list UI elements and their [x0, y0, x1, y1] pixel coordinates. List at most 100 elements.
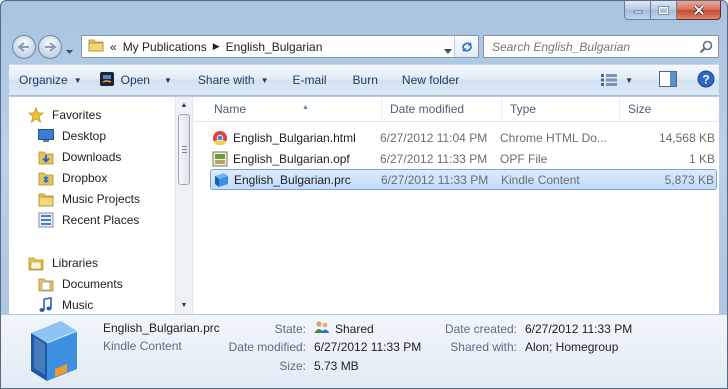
nav-item-documents[interactable]: Documents: [37, 274, 123, 294]
nav-pane-scrollbar[interactable]: ▲ ▼: [175, 97, 192, 314]
address-bar[interactable]: « My Publications ▶ English_Bulgarian: [81, 35, 479, 58]
chevron-down-icon: [66, 50, 73, 54]
desktop-icon: [37, 129, 55, 143]
documents-icon: [37, 276, 55, 292]
close-button[interactable]: [677, 1, 721, 20]
refresh-icon: [461, 41, 472, 52]
nav-item-music-projects[interactable]: Music Projects: [37, 189, 140, 209]
breadcrumb-overflow[interactable]: «: [110, 40, 117, 54]
email-label: E-mail: [292, 73, 327, 87]
breadcrumb-english-bulgarian[interactable]: English_Bulgarian: [226, 40, 323, 54]
nav-item-recent-places[interactable]: Recent Places: [37, 210, 139, 230]
scrollbar-thumb[interactable]: [178, 114, 190, 185]
column-name-label: Name: [214, 102, 247, 116]
file-row[interactable]: English_Bulgarian.html 6/27/2012 11:04 P…: [210, 127, 717, 148]
scroll-down-icon[interactable]: ▼: [176, 297, 192, 314]
file-row[interactable]: English_Bulgarian.opf 6/27/2012 11:33 PM…: [210, 148, 717, 169]
file-type: Kindle Content: [501, 172, 580, 187]
view-controls: ▼ ?: [601, 65, 715, 95]
organize-button[interactable]: Organize ▼: [9, 65, 91, 95]
column-type-label: Type: [510, 102, 537, 116]
preview-pane-icon: [659, 70, 677, 87]
date-modified-label: Date modified:: [228, 340, 306, 354]
favorites-header[interactable]: Favorites: [27, 105, 101, 125]
window-controls: [624, 1, 721, 21]
breadcrumb: « My Publications ▶ English_Bulgarian: [110, 40, 322, 54]
change-view-button[interactable]: ▼: [601, 74, 633, 86]
details-file-name: English_Bulgarian.prc: [103, 321, 220, 335]
new-folder-button[interactable]: New folder: [393, 65, 468, 95]
nav-item-desktop[interactable]: Desktop: [37, 126, 106, 146]
email-button[interactable]: E-mail: [284, 65, 336, 95]
search-icon[interactable]: [694, 40, 718, 54]
libraries-icon: [27, 255, 45, 271]
downloads-folder-icon: [37, 149, 55, 165]
column-header-size[interactable]: Size: [620, 97, 710, 122]
back-button[interactable]: [12, 35, 36, 59]
open-label: Open: [120, 73, 150, 87]
file-name-cell: English_Bulgarian.html: [212, 130, 356, 146]
column-date-label: Date modified: [390, 102, 465, 116]
state-text: Shared: [335, 321, 374, 336]
file-size: 1 KB: [688, 151, 715, 166]
folder-icon: [37, 191, 55, 207]
state-label: State:: [274, 322, 306, 336]
forward-arrow-icon: [45, 42, 56, 52]
nav-item-music[interactable]: Music: [37, 295, 93, 315]
state-value: Shared: [314, 320, 374, 337]
forward-button[interactable]: [38, 35, 62, 59]
scroll-up-icon[interactable]: ▲: [176, 97, 192, 114]
size-label: Size:: [279, 359, 306, 373]
svg-text:?: ?: [702, 72, 709, 86]
file-row-selected[interactable]: English_Bulgarian.prc 6/27/2012 11:33 PM…: [210, 169, 717, 190]
help-icon: ?: [697, 70, 715, 87]
minimize-button[interactable]: [624, 1, 651, 20]
nav-item-downloads[interactable]: Downloads: [37, 147, 121, 167]
file-list: Name ▲ Date modified Type Size English_B…: [194, 97, 719, 314]
date-created-value: 6/27/2012 11:33 PM: [525, 322, 633, 336]
share-with-button[interactable]: Share with ▼: [189, 65, 278, 95]
maximize-icon: [658, 5, 669, 15]
maximize-button[interactable]: [651, 1, 677, 20]
minimize-icon: [633, 10, 642, 14]
file-name-cell: English_Bulgarian.opf: [212, 151, 350, 167]
star-icon: [27, 107, 45, 123]
close-icon: [693, 5, 704, 15]
burn-button[interactable]: Burn: [344, 65, 387, 95]
folder-icon: [88, 38, 104, 55]
file-type: OPF File: [500, 151, 548, 166]
file-size: 14,568 KB: [658, 130, 715, 145]
libraries-header[interactable]: Libraries: [27, 253, 98, 273]
column-header-name[interactable]: Name ▲: [206, 97, 382, 122]
dropbox-icon: [37, 170, 55, 186]
help-button[interactable]: ?: [697, 70, 715, 91]
chevron-down-icon: [444, 49, 452, 54]
column-size-label: Size: [628, 102, 652, 116]
chevron-down-icon: ▼: [260, 75, 269, 85]
nav-item-label: Documents: [62, 277, 123, 291]
refresh-button[interactable]: [454, 36, 478, 57]
nav-item-label: Recent Places: [62, 213, 140, 227]
breadcrumb-separator-icon[interactable]: ▶: [213, 41, 220, 52]
breadcrumb-my-publications[interactable]: My Publications: [123, 40, 207, 54]
shared-users-icon: [314, 320, 330, 337]
chevron-down-icon: ▼: [73, 75, 82, 85]
nav-item-label: Music Projects: [62, 192, 141, 206]
nav-item-label: Music: [62, 298, 94, 312]
column-header-type[interactable]: Type: [502, 97, 620, 122]
explorer-window: « My Publications ▶ English_Bulgarian Or…: [0, 0, 728, 389]
recent-pages-dropdown[interactable]: [66, 43, 73, 57]
date-modified-value: 6/27/2012 11:33 PM: [314, 340, 422, 354]
music-icon: [37, 297, 55, 313]
column-header-date-modified[interactable]: Date modified: [382, 97, 502, 122]
preview-pane-button[interactable]: [659, 70, 677, 90]
search-input[interactable]: [484, 39, 694, 54]
address-dropdown-button[interactable]: [444, 43, 452, 57]
chevron-down-icon[interactable]: ▼: [164, 76, 172, 85]
share-with-label: Share with: [197, 73, 255, 87]
search-box[interactable]: [483, 35, 719, 58]
size-value: 5.73 MB: [314, 359, 359, 373]
open-button[interactable]: Open ▼: [91, 65, 181, 95]
organize-label: Organize: [19, 73, 68, 87]
nav-item-dropbox[interactable]: Dropbox: [37, 168, 107, 188]
